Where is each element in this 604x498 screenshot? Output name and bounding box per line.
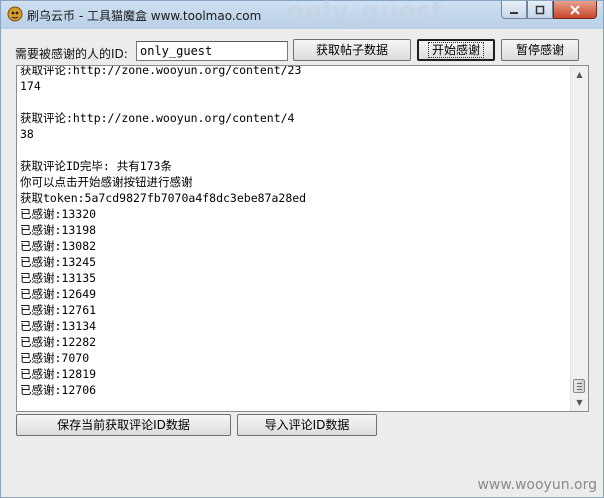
app-window: only_guest 刷乌云币 - 工具猫魔盒 www.toolmao.com … <box>0 0 604 498</box>
log-line: 你可以点击开始感谢按钮进行感谢 <box>20 175 193 189</box>
minimize-button[interactable] <box>501 1 527 19</box>
log-line: 获取评论ID完毕: 共有173条 <box>20 159 172 173</box>
log-line: 已感谢:12706 <box>20 383 97 397</box>
log-line: 174 <box>20 79 41 93</box>
title-ghost-text: only_guest <box>286 0 444 27</box>
log-line: 获取评论:http://zone.wooyun.org/content/4 <box>20 111 295 125</box>
log-line: 已感谢:12649 <box>20 287 97 301</box>
log-line: 已感谢:12282 <box>20 335 97 349</box>
scroll-up-arrow-icon[interactable]: ▲ <box>571 66 588 83</box>
log-textarea[interactable]: 获取评论:http://zone.wooyun.org/content/23 17… <box>16 65 589 412</box>
log-scrollbar[interactable]: ▲ ▼ <box>570 66 588 411</box>
title-bar[interactable]: only_guest 刷乌云币 - 工具猫魔盒 www.toolmao.com <box>1 0 603 29</box>
maximize-button[interactable] <box>527 1 553 19</box>
log-line: 已感谢:13134 <box>20 319 97 333</box>
close-icon <box>570 4 580 15</box>
maximize-icon <box>535 5 545 14</box>
import-comment-ids-button[interactable]: 导入评论ID数据 <box>237 414 377 436</box>
scroll-thumb[interactable] <box>573 379 585 393</box>
log-line: 38 <box>20 127 34 141</box>
pause-thanks-button[interactable]: 暂停感谢 <box>501 39 579 61</box>
uid-input[interactable]: only_guest <box>136 41 288 61</box>
scroll-down-arrow-icon[interactable]: ▼ <box>571 394 588 411</box>
log-line: 获取评论:http://zone.wooyun.org/content/23 <box>20 65 302 77</box>
start-thanks-button[interactable]: 开始感谢 <box>417 39 495 61</box>
save-comment-ids-label: 保存当前获取评论ID数据 <box>57 418 190 432</box>
uid-label: 需要被感谢的人的ID: <box>15 47 128 61</box>
app-logo-icon <box>7 6 23 22</box>
log-line: 获取token:5a7cd9827fb7070a4f8dc3ebe87a28ed <box>20 191 307 205</box>
caption-buttons <box>501 1 597 21</box>
log-line: 已感谢:12761 <box>20 303 97 317</box>
log-line: 已感谢:13135 <box>20 271 97 285</box>
pause-thanks-label: 暂停感谢 <box>515 43 564 57</box>
close-button[interactable] <box>553 1 597 19</box>
log-line: 已感谢:13198 <box>20 223 97 237</box>
fetch-posts-button[interactable]: 获取帖子数据 <box>293 39 411 61</box>
log-line: 已感谢:7070 <box>20 351 90 365</box>
minimize-icon <box>510 11 518 14</box>
log-line: 已感谢:13245 <box>20 255 97 269</box>
import-comment-ids-label: 导入评论ID数据 <box>264 418 350 432</box>
window-title: 刷乌云币 - 工具猫魔盒 www.toolmao.com <box>27 9 262 23</box>
log-lines: 获取评论:http://zone.wooyun.org/content/23 17… <box>20 65 570 398</box>
log-line: 已感谢:12819 <box>20 367 97 381</box>
log-line: 已感谢:13082 <box>20 239 97 253</box>
log-line: 已感谢:13320 <box>20 207 97 221</box>
watermark: www.wooyun.org <box>477 477 597 493</box>
fetch-posts-label: 获取帖子数据 <box>315 43 388 57</box>
start-thanks-label: 开始感谢 <box>427 42 484 58</box>
save-comment-ids-button[interactable]: 保存当前获取评论ID数据 <box>16 414 231 436</box>
